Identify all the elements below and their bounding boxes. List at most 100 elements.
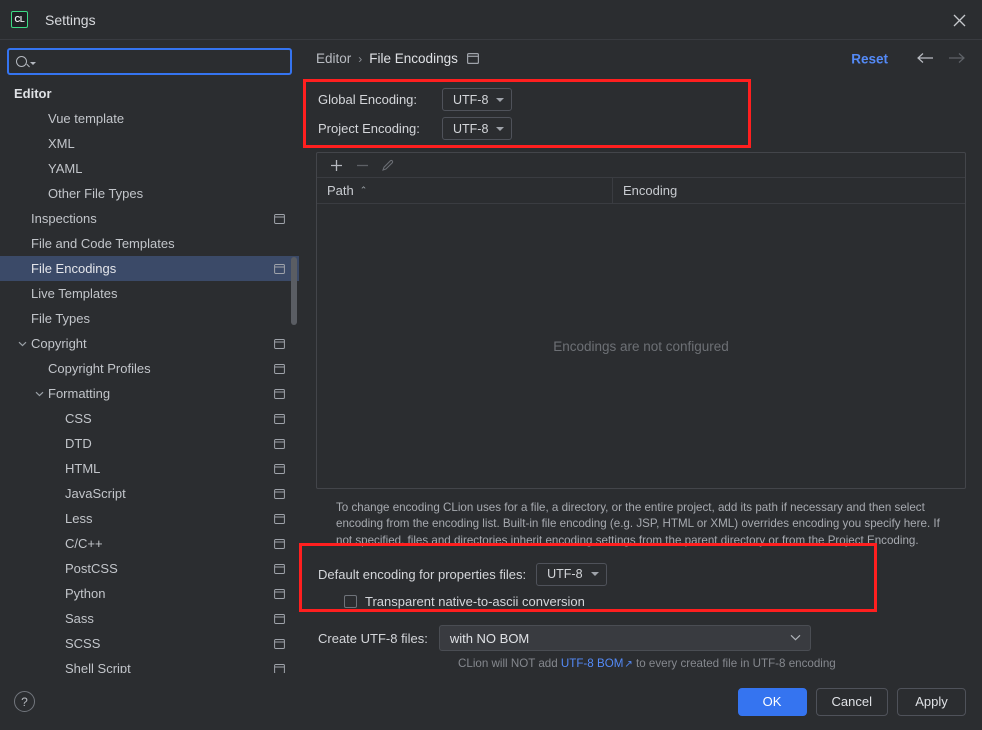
sidebar-item-label: Sass xyxy=(65,611,94,626)
sidebar-item-label: Copyright xyxy=(31,336,87,351)
settings-tree: Editor Vue template XML YAML Other File Type… xyxy=(0,81,299,673)
properties-settings: Default encoding for properties files: U… xyxy=(316,560,966,615)
table-header: Path ⌃ Encoding xyxy=(317,178,965,204)
sidebar-item-c-c[interactable]: C/C++ xyxy=(0,531,299,556)
sidebar-item-postcss[interactable]: PostCSS xyxy=(0,556,299,581)
close-icon[interactable] xyxy=(936,0,982,40)
plus-icon[interactable] xyxy=(325,155,347,175)
sidebar-item-vue-template[interactable]: Vue template xyxy=(0,106,299,131)
apply-button[interactable]: Apply xyxy=(897,687,966,716)
sidebar-item-label: Formatting xyxy=(48,386,111,401)
sidebar-item-javascript[interactable]: JavaScript xyxy=(0,481,299,506)
settings-content: Editor › File Encodings Reset Global Enc… xyxy=(300,40,982,673)
clion-logo-icon: CL xyxy=(11,11,28,28)
sidebar-item-css[interactable]: CSS xyxy=(0,406,299,431)
sidebar-item-sass[interactable]: Sass xyxy=(0,606,299,631)
column-header-encoding[interactable]: Encoding xyxy=(613,178,677,203)
global-encoding-row: Global Encoding: UTF-8 xyxy=(318,85,966,114)
table-toolbar xyxy=(317,153,965,178)
column-label-path: Path xyxy=(327,183,354,198)
sidebar-item-label: JavaScript xyxy=(65,486,126,501)
sidebar-item-label: Live Templates xyxy=(31,286,118,301)
global-encoding-value: UTF-8 xyxy=(453,92,489,107)
default-properties-encoding-label: Default encoding for properties files: xyxy=(318,566,527,582)
title-bar: CL Settings xyxy=(0,0,982,40)
sidebar-item-label: HTML xyxy=(65,461,101,476)
project-encoding-dropdown[interactable]: UTF-8 xyxy=(442,117,513,140)
sidebar-item-label: Shell Script xyxy=(65,661,131,673)
cancel-button[interactable]: Cancel xyxy=(815,687,888,716)
chevron-down-icon[interactable] xyxy=(16,338,28,350)
sidebar-item-formatting[interactable]: Formatting xyxy=(0,381,299,406)
sidebar-item-xml[interactable]: XML xyxy=(0,131,299,156)
breadcrumb-parent[interactable]: Editor xyxy=(316,51,351,66)
project-encoding-label: Project Encoding: xyxy=(318,121,420,136)
sidebar-item-file-and-code-templates[interactable]: File and Code Templates xyxy=(0,231,299,256)
sidebar-item-scss[interactable]: SCSS xyxy=(0,631,299,656)
transparent-conversion-checkbox[interactable] xyxy=(344,595,357,609)
global-encoding-dropdown[interactable]: UTF-8 xyxy=(442,88,513,111)
search-icon xyxy=(16,56,36,67)
breadcrumb: Editor › File Encodings Reset xyxy=(316,40,966,77)
chevron-down-icon[interactable] xyxy=(33,388,45,400)
project-settings-icon xyxy=(274,213,285,224)
sidebar-item-copyright[interactable]: Copyright xyxy=(0,331,299,356)
sidebar-item-editor[interactable]: Editor xyxy=(0,81,299,106)
default-properties-encoding-dropdown[interactable]: UTF-8 xyxy=(536,562,607,586)
project-settings-icon xyxy=(466,53,479,64)
settings-dialog: CL Settings Editor Vue template XML YAML Oth… xyxy=(0,0,982,730)
sidebar-item-file-types[interactable]: File Types xyxy=(0,306,299,331)
sidebar-item-label: Less xyxy=(65,511,93,526)
sidebar-item-html[interactable]: HTML xyxy=(0,456,299,481)
sidebar-item-label: Copyright Profiles xyxy=(48,361,151,376)
sidebar-item-label: Other File Types xyxy=(48,186,144,201)
sidebar-item-yaml[interactable]: YAML xyxy=(0,156,299,181)
sidebar-item-less[interactable]: Less xyxy=(0,506,299,531)
breadcrumb-current: File Encodings xyxy=(369,51,458,66)
pencil-icon xyxy=(377,155,399,175)
search-container xyxy=(0,40,299,81)
chevron-down-icon xyxy=(496,97,505,102)
sidebar-item-label: File and Code Templates xyxy=(31,236,175,251)
sidebar-item-inspections[interactable]: Inspections xyxy=(0,206,299,231)
create-utf8-dropdown[interactable]: with NO BOM xyxy=(438,625,811,652)
external-link-icon: ↗ xyxy=(624,659,633,671)
sidebar-item-dtd[interactable]: DTD xyxy=(0,431,299,456)
ok-button[interactable]: OK xyxy=(737,687,807,716)
search-box[interactable] xyxy=(7,48,292,75)
help-icon[interactable]: ? xyxy=(14,691,35,712)
sidebar-item-other-file-types[interactable]: Other File Types xyxy=(0,181,299,206)
reset-link[interactable]: Reset xyxy=(851,51,888,66)
breadcrumb-separator: › xyxy=(358,51,363,66)
project-settings-icon xyxy=(274,663,285,673)
encodings-help-text: To change encoding CLion uses for a file… xyxy=(336,501,940,547)
project-settings-icon xyxy=(274,638,285,649)
dialog-buttons: OK Cancel Apply xyxy=(737,687,966,716)
sidebar-item-live-templates[interactable]: Live Templates xyxy=(0,281,299,306)
sidebar-item-file-encodings[interactable]: File Encodings xyxy=(0,256,299,281)
column-header-path[interactable]: Path ⌃ xyxy=(317,178,613,203)
project-settings-icon xyxy=(274,538,285,549)
sidebar-item-shell-script[interactable]: Shell Script xyxy=(0,656,299,673)
chevron-down-icon xyxy=(790,633,801,644)
encoding-settings: Global Encoding: UTF-8 Project Encoding:… xyxy=(316,77,966,150)
sidebar-item-python[interactable]: Python xyxy=(0,581,299,606)
arrow-left-icon[interactable] xyxy=(916,51,934,66)
sidebar-item-label: DTD xyxy=(65,436,92,451)
chevron-down-icon xyxy=(590,572,599,577)
sidebar-item-copyright-profiles[interactable]: Copyright Profiles xyxy=(0,356,299,381)
sidebar-item-label: Python xyxy=(65,586,106,601)
sidebar-item-label: XML xyxy=(48,136,75,151)
minus-icon xyxy=(351,155,373,175)
encodings-table: Path ⌃ Encoding Encodings are not config… xyxy=(316,152,966,489)
dialog-body: Editor Vue template XML YAML Other File Type… xyxy=(0,40,982,673)
search-input[interactable] xyxy=(41,54,283,69)
utf8-bom-link[interactable]: UTF-8 BOM xyxy=(561,657,623,670)
transparent-conversion-row[interactable]: Transparent native-to-ascii conversion xyxy=(318,588,966,615)
create-utf8-label: Create UTF-8 files: xyxy=(318,630,428,646)
window-title: Settings xyxy=(45,11,96,28)
project-settings-icon xyxy=(274,463,285,474)
bom-note: CLion will NOT add UTF-8 BOM↗ to every c… xyxy=(458,657,966,670)
sidebar-scrollbar[interactable] xyxy=(291,257,297,325)
arrow-right-icon xyxy=(948,51,966,66)
